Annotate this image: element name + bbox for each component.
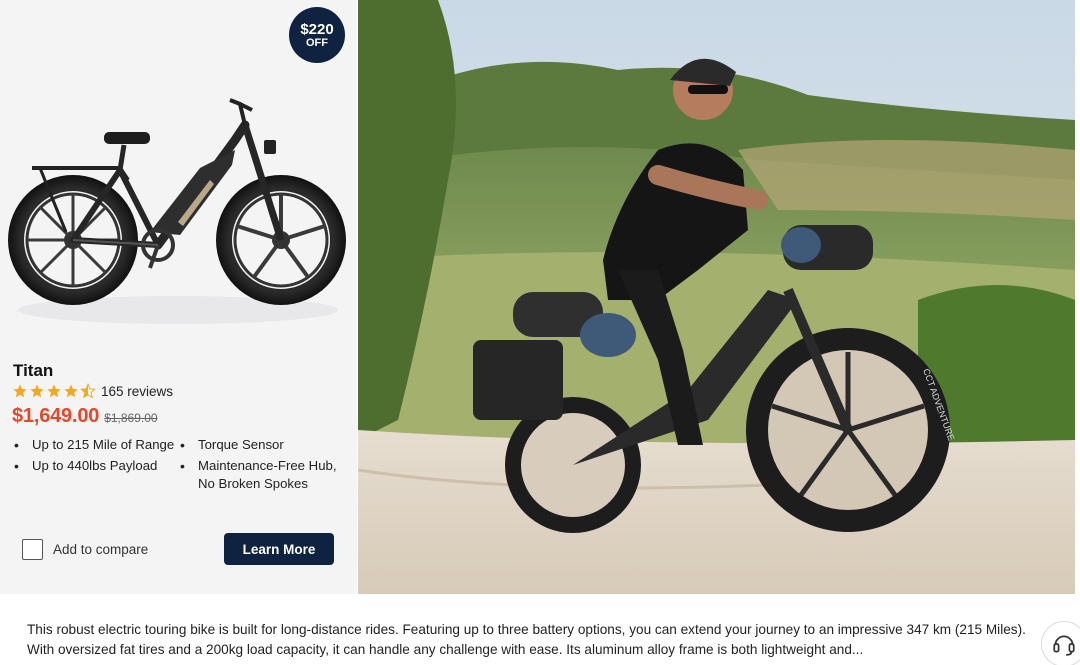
feature-item: Torque Sensor [180,436,340,456]
discount-label: OFF [306,36,328,49]
discount-badge: $220 OFF [289,7,345,63]
product-rating[interactable]: 165 reviews [12,383,173,399]
support-headset-icon [1053,635,1075,656]
learn-more-button[interactable]: Learn More [224,533,334,565]
sale-price: $1,649.00 [12,405,100,427]
star-half-icon [80,383,96,399]
star-icon [30,384,44,398]
feature-text: Up to 215 Mile of Range [32,437,175,452]
star-icon [13,384,27,398]
bullet-icon [14,457,32,494]
feature-text: Up to 440lbs Payload [32,457,158,473]
feature-item: Up to 440lbs Payload [14,457,180,494]
feature-item: Maintenance-Free Hub, No Broken Spokes [180,457,340,494]
feature-item: Up to 215 Mile of Range [14,436,180,456]
product-card: $220 OFF Titan 165 reviews $1,649.00 $1,… [0,0,357,594]
product-name[interactable]: Titan [13,361,53,381]
discount-amount: $220 [300,20,334,38]
star-rating [12,383,97,399]
feature-text: Torque Sensor [198,437,284,452]
star-icon [47,384,61,398]
hero-lifestyle-image: CCT ADVENTURE [358,0,1075,594]
product-description: This robust electric touring bike is bui… [27,622,1026,657]
add-to-compare[interactable]: Add to compare [22,539,148,560]
price-row: $1,649.00 $1,869.00 [12,405,158,428]
star-icon [64,384,78,398]
bullet-icon [180,457,198,494]
reviews-count[interactable]: 165 reviews [101,384,173,399]
support-chat-button[interactable] [1041,621,1080,665]
feature-list: Up to 215 Mile of Range Torque Sensor Up… [14,436,344,494]
compare-label[interactable]: Add to compare [53,542,148,557]
bullet-icon [14,436,32,456]
compare-checkbox[interactable] [22,539,43,560]
feature-text: Maintenance-Free Hub, No Broken Spokes [198,457,337,492]
bullet-icon [180,436,198,456]
original-price: $1,869.00 [104,411,158,425]
